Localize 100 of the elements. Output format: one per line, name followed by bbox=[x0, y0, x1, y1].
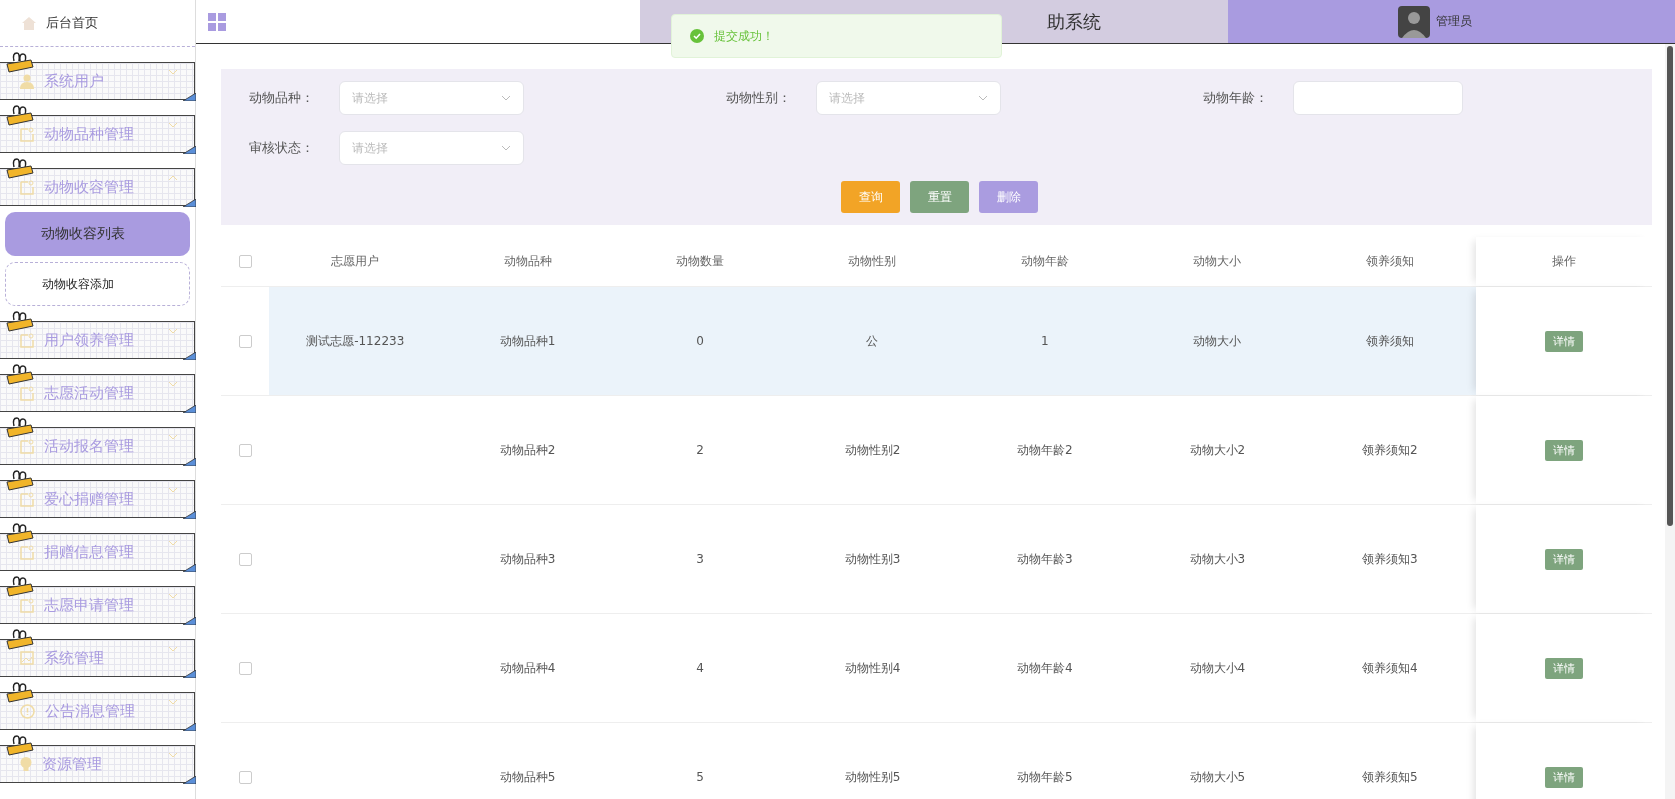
table-cell: 4 bbox=[696, 661, 704, 675]
checkbox[interactable] bbox=[238, 552, 252, 566]
chevron-down-icon bbox=[168, 699, 178, 705]
menu-item[interactable]: 系统管理 bbox=[0, 639, 195, 677]
image-icon bbox=[20, 651, 34, 665]
check-circle-icon bbox=[690, 29, 704, 43]
document-icon bbox=[20, 438, 34, 454]
home-icon bbox=[22, 16, 36, 30]
home-menu-item[interactable]: 后台首页 bbox=[0, 0, 195, 47]
delete-button[interactable]: 删除 bbox=[979, 181, 1038, 213]
chevron-down-icon bbox=[501, 95, 511, 101]
column-header: 操作 bbox=[1552, 253, 1576, 270]
folded-corner bbox=[183, 511, 196, 519]
chevron-down-icon bbox=[168, 69, 178, 75]
menu-item[interactable]: 系统用户 bbox=[0, 62, 195, 100]
table-cell: 动物性别3 bbox=[844, 550, 901, 568]
filter-label: 动物品种： bbox=[249, 89, 315, 107]
folded-corner bbox=[183, 199, 196, 207]
table-cell: 动物年龄3 bbox=[1017, 550, 1073, 568]
checkbox[interactable] bbox=[238, 443, 252, 457]
folded-corner bbox=[183, 564, 196, 572]
chevron-down-icon bbox=[168, 434, 178, 440]
folded-corner bbox=[183, 670, 196, 678]
detail-button[interactable]: 详情 bbox=[1545, 330, 1583, 352]
detail-button[interactable]: 详情 bbox=[1545, 439, 1583, 461]
table-cell: 领养须知4 bbox=[1361, 659, 1418, 677]
detail-button[interactable]: 详情 bbox=[1545, 766, 1583, 788]
menu-item[interactable]: 公告消息管理 bbox=[0, 692, 195, 730]
chevron-down-icon bbox=[168, 593, 178, 599]
filter-label: 审核状态： bbox=[249, 139, 315, 157]
binder-clip-icon bbox=[6, 310, 34, 332]
table-cell: 动物性别2 bbox=[844, 441, 901, 459]
table-cell: 动物年龄2 bbox=[1017, 441, 1073, 459]
table-row[interactable]: 动物品种4 4 动物性别4 动物年龄4 动物大小4 领养须知4 详情 bbox=[221, 614, 1652, 723]
user-name[interactable]: 管理员 bbox=[1436, 13, 1472, 30]
document-icon bbox=[20, 597, 34, 613]
binder-clip-icon bbox=[6, 51, 34, 73]
chevron-down-icon bbox=[168, 540, 178, 546]
table-row[interactable]: 动物品种2 2 动物性别2 动物年龄2 动物大小2 领养须知2 详情 bbox=[221, 396, 1652, 505]
detail-button[interactable]: 详情 bbox=[1545, 657, 1583, 679]
table-cell: 0 bbox=[696, 334, 704, 348]
menu-item[interactable]: 资源管理 bbox=[0, 745, 195, 783]
select-field[interactable]: 请选择 bbox=[816, 81, 1001, 115]
menu-item[interactable]: 捐赠信息管理 bbox=[0, 533, 195, 571]
detail-button[interactable]: 详情 bbox=[1545, 548, 1583, 570]
menu-item[interactable]: 志愿活动管理 bbox=[0, 374, 195, 412]
binder-clip-icon bbox=[6, 157, 34, 179]
input-field[interactable] bbox=[1293, 81, 1463, 115]
binder-clip-icon bbox=[6, 104, 34, 126]
menu-item[interactable]: 动物品种管理 bbox=[0, 115, 195, 153]
reset-button[interactable]: 重置 bbox=[910, 181, 969, 213]
chevron-down-icon bbox=[168, 487, 178, 493]
table-cell: 动物品种2 bbox=[499, 441, 556, 459]
column-header: 领养须知 bbox=[1365, 253, 1414, 270]
scrollbar-thumb[interactable] bbox=[1667, 46, 1673, 526]
grid-menu-icon[interactable] bbox=[208, 12, 226, 31]
checkbox[interactable] bbox=[238, 770, 252, 784]
binder-clip-icon bbox=[6, 734, 34, 756]
filter-label: 动物性别： bbox=[726, 89, 792, 107]
document-icon bbox=[20, 332, 34, 348]
submenu-item[interactable]: 动物收容添加 bbox=[5, 262, 190, 306]
table-cell: 动物大小3 bbox=[1189, 550, 1246, 568]
chevron-down-icon bbox=[168, 328, 178, 334]
select-field[interactable]: 请选择 bbox=[339, 131, 524, 165]
checkbox[interactable] bbox=[238, 661, 252, 675]
column-header: 动物性别 bbox=[848, 253, 897, 270]
avatar bbox=[1398, 5, 1430, 38]
folded-corner bbox=[183, 776, 196, 784]
folded-corner bbox=[183, 352, 196, 360]
table-cell: 动物品种1 bbox=[499, 332, 556, 350]
binder-clip-icon bbox=[6, 575, 34, 597]
query-button[interactable]: 查询 bbox=[841, 181, 900, 213]
document-icon bbox=[20, 179, 34, 195]
checkbox[interactable] bbox=[238, 255, 252, 268]
table-cell: 领养须知2 bbox=[1361, 441, 1418, 459]
document-icon bbox=[20, 385, 34, 401]
table-cell: 动物大小2 bbox=[1189, 441, 1246, 459]
table-cell: 动物大小5 bbox=[1189, 768, 1246, 786]
menu-item[interactable]: 动物收容管理 bbox=[0, 168, 195, 206]
select-field[interactable]: 请选择 bbox=[339, 81, 524, 115]
checkbox[interactable] bbox=[238, 334, 252, 348]
binder-clip-icon bbox=[6, 416, 34, 438]
table-cell: 5 bbox=[696, 770, 704, 784]
menu-item[interactable]: 志愿申请管理 bbox=[0, 586, 195, 624]
submenu-item[interactable]: 动物收容列表 bbox=[5, 212, 190, 256]
chevron-down-icon bbox=[168, 381, 178, 387]
folded-corner bbox=[183, 617, 196, 625]
menu-item[interactable]: 用户领养管理 bbox=[0, 321, 195, 359]
menu-item[interactable]: 爱心捐赠管理 bbox=[0, 480, 195, 518]
system-title: 助系统 bbox=[1047, 9, 1101, 34]
table-cell: 动物品种3 bbox=[499, 550, 556, 568]
chevron-down-icon bbox=[978, 95, 988, 101]
table-cell: 动物品种5 bbox=[499, 768, 556, 786]
info-icon bbox=[20, 703, 35, 719]
folded-corner bbox=[183, 405, 196, 413]
document-icon bbox=[20, 491, 34, 507]
table-row[interactable]: 动物品种3 3 动物性别3 动物年龄3 动物大小3 领养须知3 详情 bbox=[221, 505, 1652, 614]
chevron-up-icon bbox=[168, 175, 178, 181]
menu-item[interactable]: 活动报名管理 bbox=[0, 427, 195, 465]
table-row[interactable]: 测试志愿-112233 动物品种1 0 公 1 动物大小 领养须知 详情 bbox=[221, 287, 1652, 396]
